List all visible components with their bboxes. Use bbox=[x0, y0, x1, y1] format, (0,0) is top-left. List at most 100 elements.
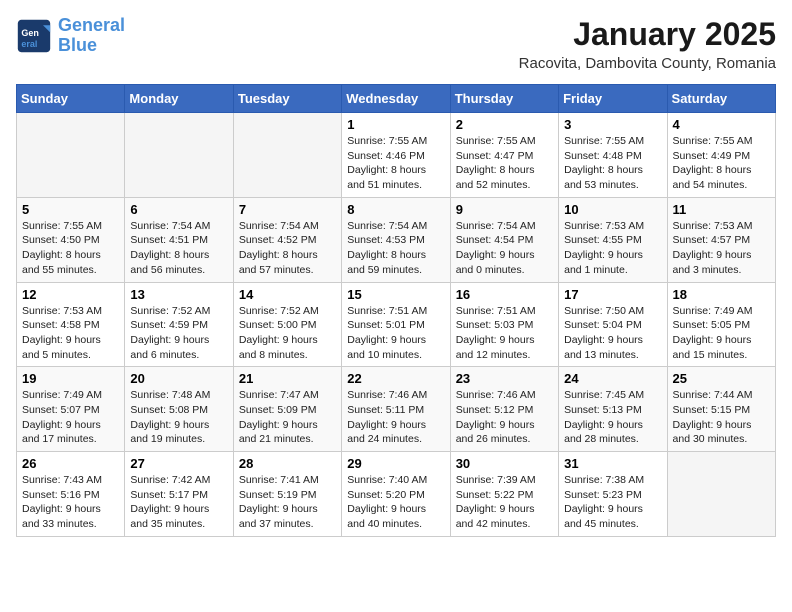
weekday-header-saturday: Saturday bbox=[667, 85, 775, 113]
cell-day-number: 14 bbox=[239, 287, 336, 302]
cell-info-text: Sunrise: 7:47 AM Sunset: 5:09 PM Dayligh… bbox=[239, 388, 336, 447]
cell-day-number: 11 bbox=[673, 202, 770, 217]
cell-day-number: 10 bbox=[564, 202, 661, 217]
cell-info-text: Sunrise: 7:44 AM Sunset: 5:15 PM Dayligh… bbox=[673, 388, 770, 447]
cell-info-text: Sunrise: 7:42 AM Sunset: 5:17 PM Dayligh… bbox=[130, 473, 227, 532]
cell-info-text: Sunrise: 7:53 AM Sunset: 4:55 PM Dayligh… bbox=[564, 219, 661, 278]
cell-info-text: Sunrise: 7:51 AM Sunset: 5:01 PM Dayligh… bbox=[347, 304, 444, 363]
cell-day-number: 29 bbox=[347, 456, 444, 471]
calendar-cell: 9 Sunrise: 7:54 AM Sunset: 4:54 PM Daylig… bbox=[450, 197, 558, 282]
cell-info-text: Sunrise: 7:55 AM Sunset: 4:47 PM Dayligh… bbox=[456, 134, 553, 193]
calendar-cell: 2 Sunrise: 7:55 AM Sunset: 4:47 PM Daylig… bbox=[450, 113, 558, 198]
cell-day-number: 19 bbox=[22, 371, 119, 386]
page-header: Gen eral General Blue January 2025 Racov… bbox=[16, 16, 776, 72]
weekday-header-tuesday: Tuesday bbox=[233, 85, 341, 113]
cell-day-number: 30 bbox=[456, 456, 553, 471]
calendar-cell: 28 Sunrise: 7:41 AM Sunset: 5:19 PM Dayli… bbox=[233, 452, 341, 537]
cell-info-text: Sunrise: 7:54 AM Sunset: 4:53 PM Dayligh… bbox=[347, 219, 444, 278]
calendar-cell: 25 Sunrise: 7:44 AM Sunset: 5:15 PM Dayli… bbox=[667, 367, 775, 452]
cell-info-text: Sunrise: 7:41 AM Sunset: 5:19 PM Dayligh… bbox=[239, 473, 336, 532]
cell-day-number: 20 bbox=[130, 371, 227, 386]
calendar-cell: 1 Sunrise: 7:55 AM Sunset: 4:46 PM Daylig… bbox=[342, 113, 450, 198]
cell-day-number: 25 bbox=[673, 371, 770, 386]
calendar-cell: 3 Sunrise: 7:55 AM Sunset: 4:48 PM Daylig… bbox=[559, 113, 667, 198]
calendar-cell: 7Sunrise: 7:54 AM Sunset: 4:52 PM Daylig… bbox=[233, 197, 341, 282]
title-block: January 2025 Racovita, Dambovita County,… bbox=[519, 16, 776, 72]
cell-info-text: Sunrise: 7:55 AM Sunset: 4:49 PM Dayligh… bbox=[673, 134, 770, 193]
cell-day-number: 1 bbox=[347, 117, 444, 132]
cell-day-number: 12 bbox=[22, 287, 119, 302]
weekday-header-sunday: Sunday bbox=[17, 85, 125, 113]
cell-day-number: 23 bbox=[456, 371, 553, 386]
cell-info-text: Sunrise: 7:54 AM Sunset: 4:51 PM Dayligh… bbox=[130, 219, 227, 278]
cell-day-number: 28 bbox=[239, 456, 336, 471]
cell-day-number: 5 bbox=[22, 202, 119, 217]
cell-day-number: 27 bbox=[130, 456, 227, 471]
calendar-cell: 26Sunrise: 7:43 AM Sunset: 5:16 PM Dayli… bbox=[17, 452, 125, 537]
calendar-cell: 17 Sunrise: 7:50 AM Sunset: 5:04 PM Dayli… bbox=[559, 282, 667, 367]
cell-day-number: 26 bbox=[22, 456, 119, 471]
cell-day-number: 6 bbox=[130, 202, 227, 217]
cell-info-text: Sunrise: 7:49 AM Sunset: 5:05 PM Dayligh… bbox=[673, 304, 770, 363]
calendar-cell: 12 Sunrise: 7:53 AM Sunset: 4:58 PM Dayli… bbox=[17, 282, 125, 367]
calendar-cell: 24 Sunrise: 7:45 AM Sunset: 5:13 PM Dayli… bbox=[559, 367, 667, 452]
calendar-cell: 13 Sunrise: 7:52 AM Sunset: 4:59 PM Dayli… bbox=[125, 282, 233, 367]
calendar-cell: 5Sunrise: 7:55 AM Sunset: 4:50 PM Daylig… bbox=[17, 197, 125, 282]
logo: Gen eral General Blue bbox=[16, 16, 125, 56]
calendar-week-row: 5Sunrise: 7:55 AM Sunset: 4:50 PM Daylig… bbox=[17, 197, 776, 282]
svg-text:Gen: Gen bbox=[21, 28, 39, 38]
cell-info-text: Sunrise: 7:45 AM Sunset: 5:13 PM Dayligh… bbox=[564, 388, 661, 447]
cell-info-text: Sunrise: 7:52 AM Sunset: 4:59 PM Dayligh… bbox=[130, 304, 227, 363]
calendar-cell: 16 Sunrise: 7:51 AM Sunset: 5:03 PM Dayli… bbox=[450, 282, 558, 367]
cell-day-number: 17 bbox=[564, 287, 661, 302]
cell-info-text: Sunrise: 7:54 AM Sunset: 4:52 PM Dayligh… bbox=[239, 219, 336, 278]
calendar-cell: 21Sunrise: 7:47 AM Sunset: 5:09 PM Dayli… bbox=[233, 367, 341, 452]
calendar-cell: 10 Sunrise: 7:53 AM Sunset: 4:55 PM Dayli… bbox=[559, 197, 667, 282]
cell-info-text: Sunrise: 7:54 AM Sunset: 4:54 PM Dayligh… bbox=[456, 219, 553, 278]
cell-day-number: 24 bbox=[564, 371, 661, 386]
svg-text:eral: eral bbox=[21, 39, 37, 49]
calendar-cell: 30 Sunrise: 7:39 AM Sunset: 5:22 PM Dayli… bbox=[450, 452, 558, 537]
calendar-cell: 14Sunrise: 7:52 AM Sunset: 5:00 PM Dayli… bbox=[233, 282, 341, 367]
cell-day-number: 15 bbox=[347, 287, 444, 302]
logo-icon: Gen eral bbox=[16, 18, 52, 54]
cell-info-text: Sunrise: 7:55 AM Sunset: 4:48 PM Dayligh… bbox=[564, 134, 661, 193]
calendar-cell: 4Sunrise: 7:55 AM Sunset: 4:49 PM Daylig… bbox=[667, 113, 775, 198]
weekday-header-monday: Monday bbox=[125, 85, 233, 113]
calendar-cell bbox=[125, 113, 233, 198]
calendar-cell: 20 Sunrise: 7:48 AM Sunset: 5:08 PM Dayli… bbox=[125, 367, 233, 452]
cell-info-text: Sunrise: 7:53 AM Sunset: 4:58 PM Dayligh… bbox=[22, 304, 119, 363]
cell-day-number: 13 bbox=[130, 287, 227, 302]
calendar-week-row: 19 Sunrise: 7:49 AM Sunset: 5:07 PM Dayli… bbox=[17, 367, 776, 452]
cell-info-text: Sunrise: 7:55 AM Sunset: 4:46 PM Dayligh… bbox=[347, 134, 444, 193]
cell-info-text: Sunrise: 7:46 AM Sunset: 5:11 PM Dayligh… bbox=[347, 388, 444, 447]
cell-day-number: 2 bbox=[456, 117, 553, 132]
calendar-week-row: 12 Sunrise: 7:53 AM Sunset: 4:58 PM Dayli… bbox=[17, 282, 776, 367]
cell-day-number: 16 bbox=[456, 287, 553, 302]
cell-info-text: Sunrise: 7:53 AM Sunset: 4:57 PM Dayligh… bbox=[673, 219, 770, 278]
weekday-header-wednesday: Wednesday bbox=[342, 85, 450, 113]
cell-day-number: 8 bbox=[347, 202, 444, 217]
cell-info-text: Sunrise: 7:39 AM Sunset: 5:22 PM Dayligh… bbox=[456, 473, 553, 532]
cell-day-number: 9 bbox=[456, 202, 553, 217]
calendar-cell: 27 Sunrise: 7:42 AM Sunset: 5:17 PM Dayli… bbox=[125, 452, 233, 537]
calendar-cell: 23Sunrise: 7:46 AM Sunset: 5:12 PM Dayli… bbox=[450, 367, 558, 452]
cell-day-number: 3 bbox=[564, 117, 661, 132]
cell-day-number: 22 bbox=[347, 371, 444, 386]
cell-info-text: Sunrise: 7:51 AM Sunset: 5:03 PM Dayligh… bbox=[456, 304, 553, 363]
cell-day-number: 31 bbox=[564, 456, 661, 471]
calendar-header-row: SundayMondayTuesdayWednesdayThursdayFrid… bbox=[17, 85, 776, 113]
cell-info-text: Sunrise: 7:49 AM Sunset: 5:07 PM Dayligh… bbox=[22, 388, 119, 447]
cell-info-text: Sunrise: 7:48 AM Sunset: 5:08 PM Dayligh… bbox=[130, 388, 227, 447]
calendar-cell: 22 Sunrise: 7:46 AM Sunset: 5:11 PM Dayli… bbox=[342, 367, 450, 452]
cell-info-text: Sunrise: 7:50 AM Sunset: 5:04 PM Dayligh… bbox=[564, 304, 661, 363]
calendar-cell bbox=[233, 113, 341, 198]
weekday-header-thursday: Thursday bbox=[450, 85, 558, 113]
calendar-cell: 31 Sunrise: 7:38 AM Sunset: 5:23 PM Dayli… bbox=[559, 452, 667, 537]
calendar-cell: 8 Sunrise: 7:54 AM Sunset: 4:53 PM Daylig… bbox=[342, 197, 450, 282]
cell-day-number: 18 bbox=[673, 287, 770, 302]
weekday-header-friday: Friday bbox=[559, 85, 667, 113]
calendar-cell: 29Sunrise: 7:40 AM Sunset: 5:20 PM Dayli… bbox=[342, 452, 450, 537]
calendar-week-row: 1 Sunrise: 7:55 AM Sunset: 4:46 PM Daylig… bbox=[17, 113, 776, 198]
cell-info-text: Sunrise: 7:38 AM Sunset: 5:23 PM Dayligh… bbox=[564, 473, 661, 532]
